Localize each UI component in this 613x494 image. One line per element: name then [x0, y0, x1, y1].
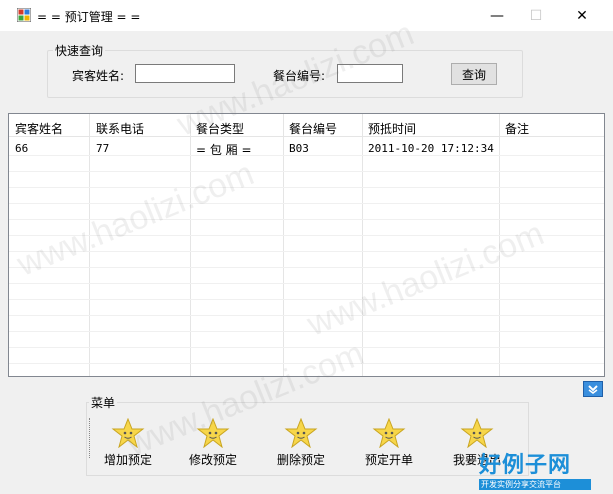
- row-divider: [9, 331, 604, 332]
- query-button[interactable]: 查询: [451, 63, 497, 85]
- row-divider: [9, 299, 604, 300]
- column-header-arrival-time[interactable]: 预抵时间: [368, 120, 416, 137]
- column-header-phone[interactable]: 联系电话: [96, 120, 144, 137]
- row-divider: [9, 347, 604, 348]
- cell-guest-name: 66: [15, 142, 29, 155]
- row-divider: [9, 187, 604, 188]
- row-divider: [9, 251, 604, 252]
- star-face-icon: [196, 418, 230, 448]
- row-divider: [9, 283, 604, 284]
- brand-logo-text: 好例子网: [479, 452, 572, 478]
- maximize-button: ☐: [529, 7, 543, 24]
- delete-reservation-label: 删除预定: [276, 453, 325, 467]
- column-divider: [190, 114, 191, 376]
- row-divider: [9, 203, 604, 204]
- star-face-icon: [372, 418, 406, 448]
- menu-title: 菜单: [89, 394, 118, 411]
- window-title: = = 预订管理 = =: [37, 10, 141, 24]
- quick-search-title: 快速查询: [53, 42, 106, 59]
- close-button[interactable]: ✕: [559, 0, 605, 31]
- star-face-icon: [111, 418, 145, 448]
- column-divider: [499, 114, 500, 376]
- edit-reservation-button[interactable]: 修改预定: [175, 418, 251, 468]
- cell-phone: 77: [96, 142, 110, 155]
- column-divider: [362, 114, 363, 376]
- guest-name-input[interactable]: [135, 64, 235, 83]
- edit-reservation-label: 修改预定: [188, 453, 237, 467]
- table-no-label: 餐台编号:: [273, 69, 326, 83]
- reservation-window: = = 预订管理 = = — ☐ ✕ 快速查询 宾客姓名: 餐台编号: 查询 宾…: [0, 0, 613, 494]
- star-face-icon: [284, 418, 318, 448]
- row-divider: [9, 267, 604, 268]
- add-reservation-label: 增加预定: [103, 453, 152, 467]
- column-divider: [283, 114, 284, 376]
- row-divider: [9, 219, 604, 220]
- app-icon: [17, 8, 31, 22]
- column-header-table-type[interactable]: 餐台类型: [196, 120, 244, 137]
- row-divider: [9, 363, 604, 364]
- brand-logo: 好例子网 开发实例分享交流平台: [479, 447, 591, 490]
- guest-name-label: 宾客姓名:: [72, 69, 125, 83]
- open-order-label: 预定开单: [364, 453, 413, 467]
- column-header-remark[interactable]: 备注: [505, 120, 529, 137]
- column-header-guest-name[interactable]: 宾客姓名: [15, 120, 63, 137]
- table-no-input[interactable]: [337, 64, 403, 83]
- star-face-icon: [460, 418, 494, 448]
- row-divider: [9, 235, 604, 236]
- expand-down-arrow-icon[interactable]: [583, 381, 603, 397]
- row-divider: [9, 155, 604, 156]
- cell-arrival-time: 2011-10-20 17:12:34: [368, 142, 494, 155]
- row-divider: [9, 171, 604, 172]
- title-bar[interactable]: = = 预订管理 = = — ☐ ✕: [0, 0, 613, 31]
- brand-logo-tagline: 开发实例分享交流平台: [479, 479, 591, 490]
- delete-reservation-button[interactable]: 删除预定: [263, 418, 339, 468]
- chevron-down-icon: [588, 385, 598, 394]
- cell-table-no: B03: [289, 142, 309, 155]
- reservation-grid[interactable]: 宾客姓名 联系电话 餐台类型 餐台编号 预抵时间 备注 66 77 = 包 厢 …: [8, 113, 605, 377]
- open-order-button[interactable]: 预定开单: [351, 418, 427, 468]
- row-divider: [9, 315, 604, 316]
- add-reservation-button[interactable]: 增加预定: [90, 418, 166, 468]
- column-header-table-no[interactable]: 餐台编号: [289, 120, 337, 137]
- column-divider: [89, 114, 90, 376]
